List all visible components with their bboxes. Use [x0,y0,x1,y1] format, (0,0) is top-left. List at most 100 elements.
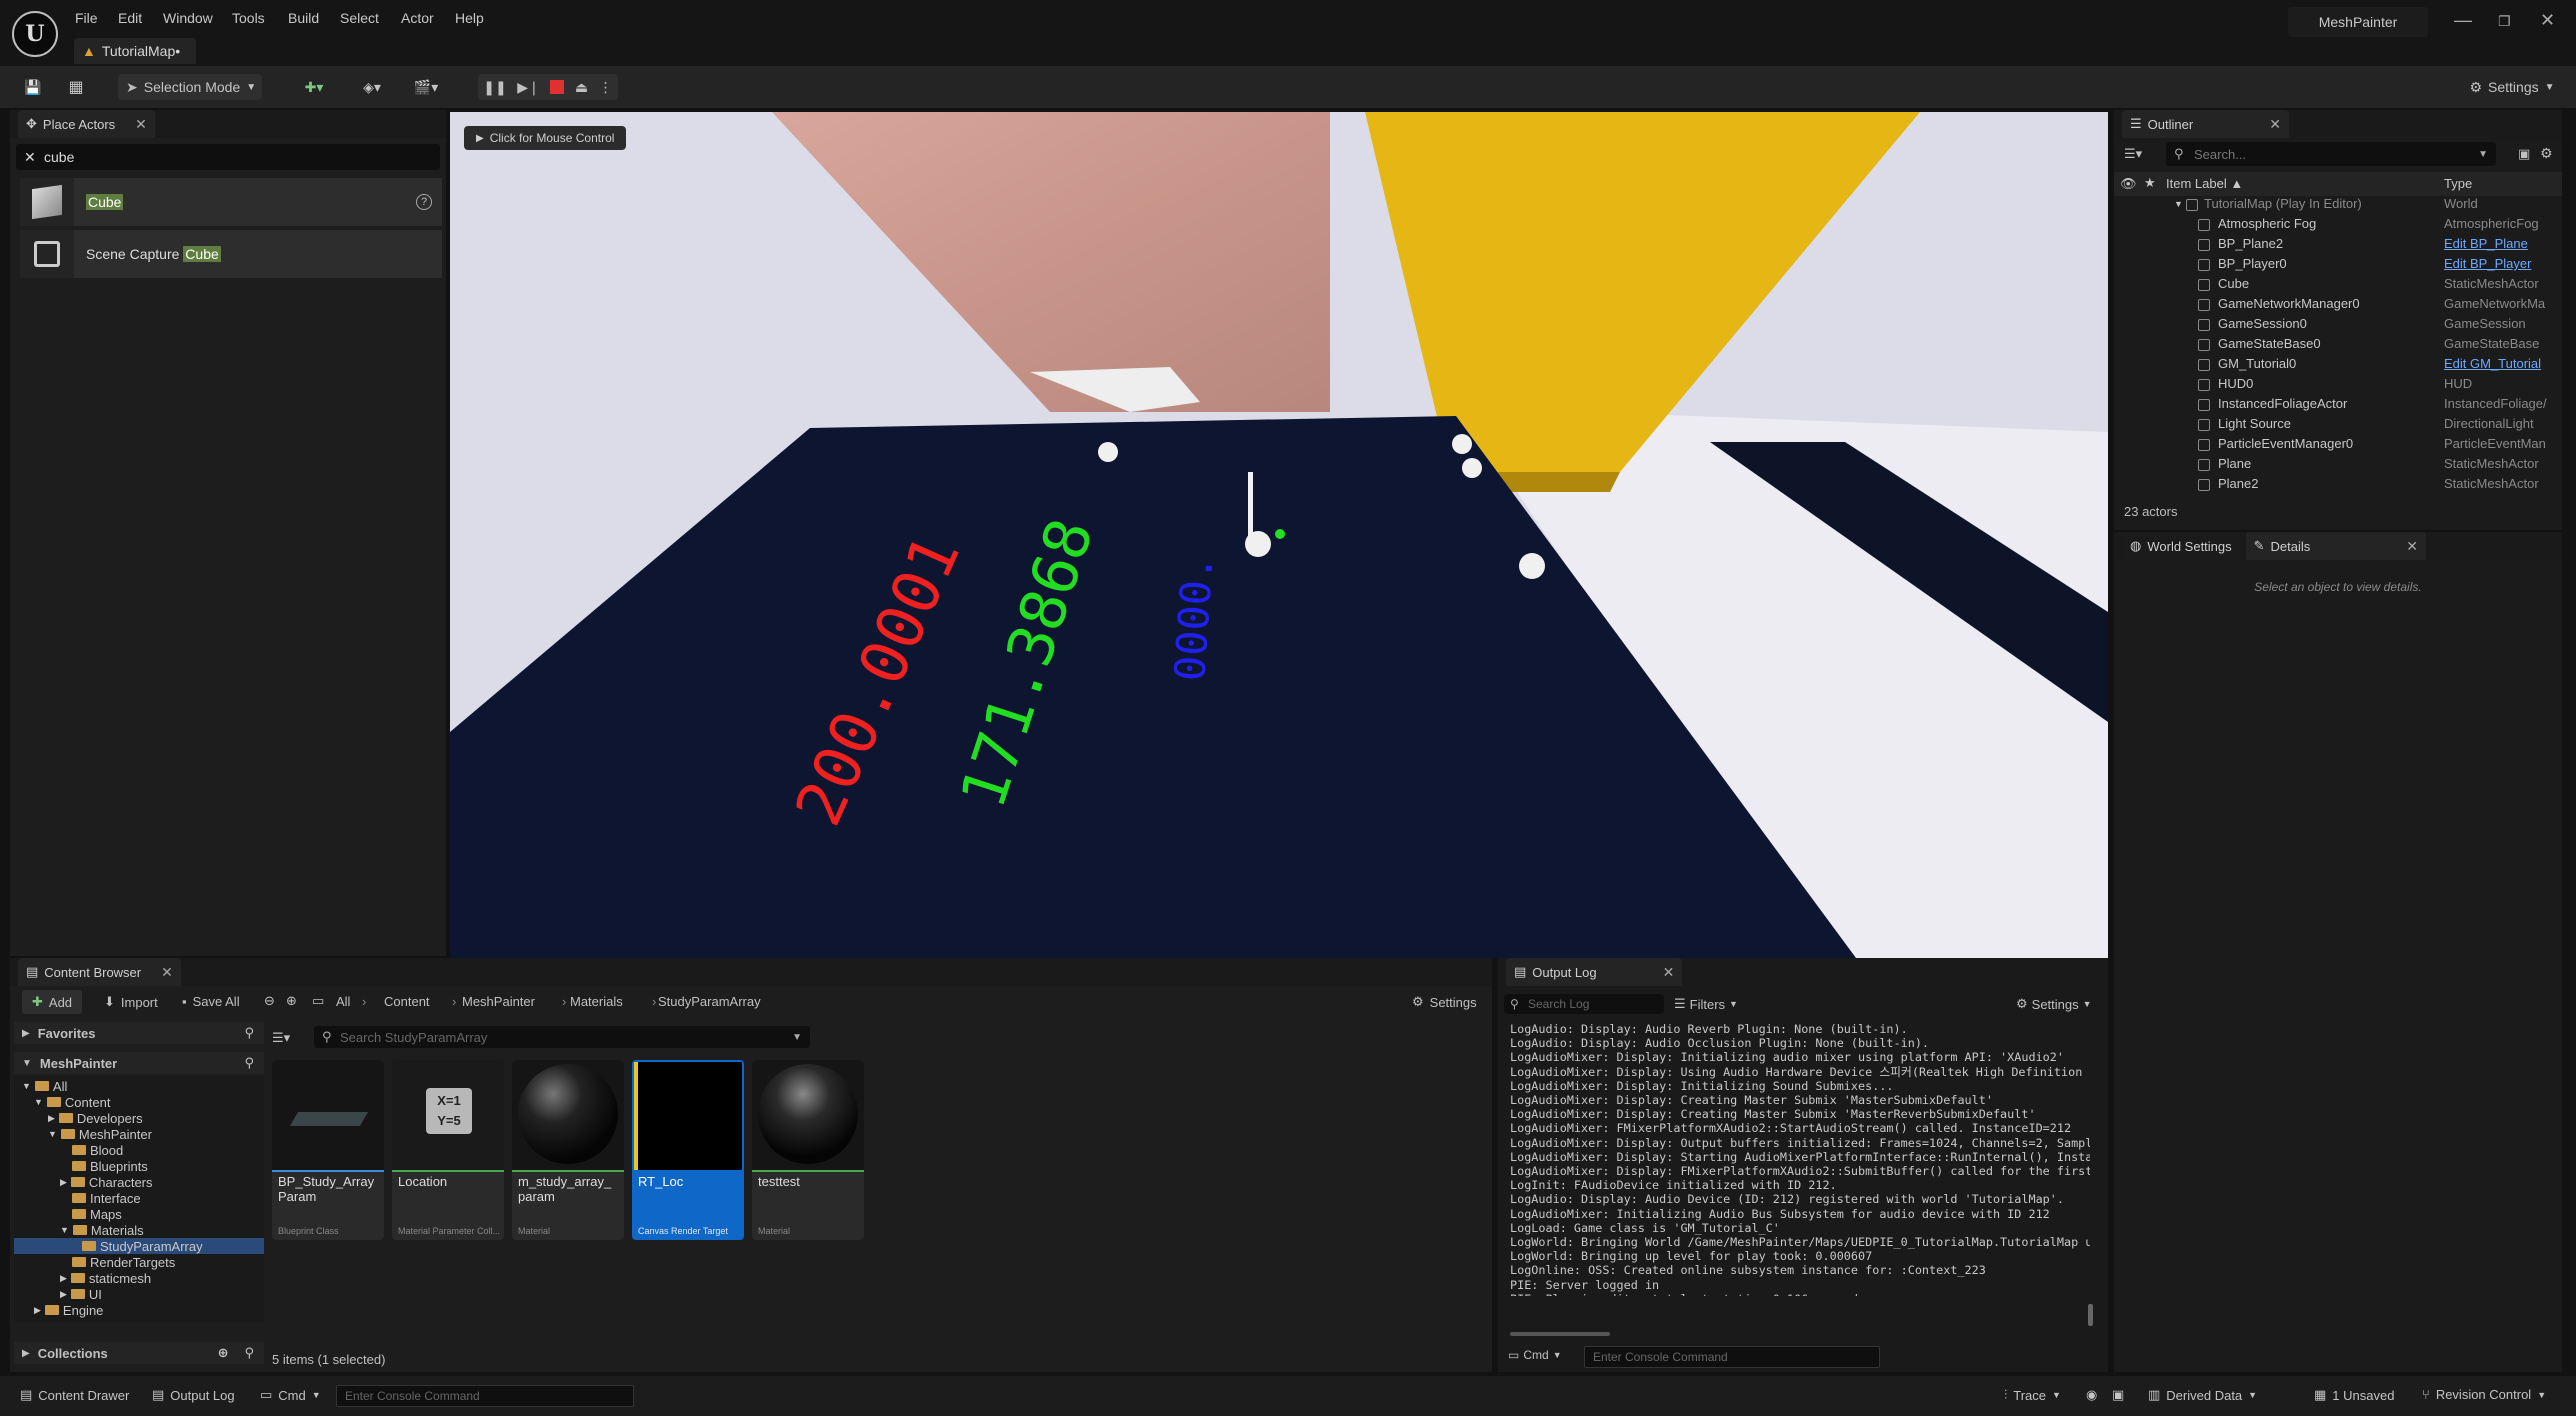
tree-node-rendertargets[interactable]: RenderTargets [72,1254,175,1270]
maximize-icon[interactable]: ❐ [2498,13,2511,30]
filters-button[interactable]: ☰ Filters ▼ [1674,996,1738,1012]
menu-select[interactable]: Select [340,10,379,26]
tree-node-content[interactable]: ▼ Content [34,1094,110,1110]
details-tab[interactable]: ✎ Details ✕ [2245,532,2427,560]
content-browser-tab[interactable]: ▤ Content Browser ✕ [18,958,181,986]
outliner-row[interactable]: Plane2 StaticMeshActor [2114,476,2554,496]
level-tab[interactable]: ▲ TutorialMap• [74,38,196,64]
log-search-input[interactable]: ⚲ Search Log [1504,994,1664,1014]
search-icon[interactable]: ⚲ [244,1055,254,1071]
status-console-input[interactable]: Enter Console Command [336,1385,634,1407]
close-icon[interactable]: ✕ [2540,10,2555,31]
menu-window[interactable]: Window [163,10,213,26]
collections-section[interactable]: ▶ Collections ⊕ ⚲ [14,1342,264,1364]
click-for-mouse-control-button[interactable]: ▶ Click for Mouse Control [464,126,627,150]
asset-bp-study-array-param[interactable]: BP_Study_Array Param Blueprint Class [272,1060,384,1240]
project-section[interactable]: ▼ MeshPainter ⚲ [14,1052,264,1074]
chevron-down-icon[interactable]: ▼ [2478,149,2488,160]
outliner-row[interactable]: GameNetworkManager0 GameNetworkMa [2114,296,2554,316]
outliner-row[interactable]: GM_Tutorial0 Edit GM_Tutorial [2114,356,2554,376]
pause-icon[interactable]: ❚❚ [483,79,506,96]
vertical-scrollbar[interactable] [2088,1304,2093,1326]
asset-testtest[interactable]: testtest Material [752,1060,864,1240]
cmd-selector[interactable]: ▭ Cmd ▼ [1508,1348,1562,1362]
outliner-row[interactable]: Light Source DirectionalLight [2114,416,2554,436]
menu-tools[interactable]: Tools [232,10,265,26]
place-actors-search-input[interactable]: ✕ cube [16,144,440,170]
breadcrumb-meshpainter[interactable]: MeshPainter [462,994,535,1009]
edit-blueprint-link[interactable]: Edit GM_Tutorial [2444,356,2552,371]
filter-icon[interactable]: ☰▾ [2124,146,2142,162]
tree-node-characters[interactable]: ▶ Characters [60,1174,153,1190]
save-all-button[interactable]: ▪ Save All [182,994,240,1009]
unreal-logo-icon[interactable]: U [12,11,58,57]
eject-icon[interactable]: ⏏ [575,79,588,96]
selection-mode-button[interactable]: ➤ Selection Mode ▼ [118,74,262,100]
outliner-tab[interactable]: ☰ Outliner ✕ [2122,110,2289,138]
close-icon[interactable]: ✕ [135,116,147,133]
level-viewport[interactable]: 200.0001 171.3868 0000. ▶ Click for Mous… [450,112,2108,958]
cb-settings-button[interactable]: ⚙ Settings [1412,994,1477,1010]
favorites-section[interactable]: ▶ Favorites ⚲ [14,1022,264,1044]
save-icon[interactable]: 💾 [22,74,44,100]
close-icon[interactable]: ✕ [1663,964,1675,981]
menu-actor[interactable]: Actor [401,10,434,26]
help-icon[interactable]: ? [416,194,432,210]
edit-blueprint-link[interactable]: Edit BP_Plane [2444,236,2552,251]
derived-data-button[interactable]: ▥ Derived Data ▼ [2148,1387,2257,1403]
tree-node-ui[interactable]: ▶ UI [60,1286,102,1302]
visibility-icon[interactable]: 👁 [2120,176,2137,192]
menu-edit[interactable]: Edit [118,10,142,26]
tree-node-materials[interactable]: ▼ Materials [60,1222,144,1238]
close-icon[interactable]: ✕ [2406,538,2418,555]
tree-node-interface[interactable]: Interface [72,1190,141,1206]
outliner-row[interactable]: GameSession0 GameSession [2114,316,2554,336]
forward-icon[interactable]: ⊕ [286,993,297,1009]
outliner-row[interactable]: Atmospheric Fog AtmosphericFog [2114,216,2554,236]
tree-node-meshpainter[interactable]: ▼ MeshPainter [48,1126,152,1142]
world-settings-tab[interactable]: ◍ World Settings [2122,532,2240,560]
add-folder-icon[interactable]: ▣ [2518,146,2530,162]
record-icon[interactable]: ◉ [2086,1387,2097,1403]
place-actors-tab[interactable]: ✥ Place Actors ✕ [18,110,155,138]
tree-node-engine[interactable]: ▶ Engine [34,1302,103,1318]
asset-search-input[interactable]: ⚲ Search StudyParamArray ▼ [314,1026,810,1048]
close-icon[interactable]: ✕ [2269,116,2281,133]
import-button[interactable]: ⬇ Import [104,994,158,1010]
tree-node-studyparamarray[interactable]: StudyParamArray [14,1238,264,1254]
outliner-row[interactable]: HUD0 HUD [2114,376,2554,396]
horizontal-scrollbar[interactable] [1510,1332,1610,1336]
actor-item-scene-capture-cube[interactable]: Scene Capture Cube [20,230,442,278]
output-log-button[interactable]: ▤ Output Log [152,1387,235,1403]
actor-item-cube[interactable]: Cube ? [20,178,442,226]
add-collection-icon[interactable]: ⊕ [218,1345,229,1361]
breadcrumb-studyparamarray[interactable]: StudyParamArray [658,994,761,1009]
menu-file[interactable]: File [75,10,98,26]
close-icon[interactable]: ✕ [161,964,173,981]
add-button[interactable]: ✚ Add [22,990,83,1014]
tree-node-maps[interactable]: Maps [72,1206,122,1222]
chevron-down-icon[interactable]: ▼ [792,1032,802,1043]
breadcrumb-all[interactable]: All [336,994,350,1009]
outliner-row[interactable]: ▼ TutorialMap (Play In Editor) World [2114,196,2554,216]
pin-icon[interactable]: ★ [2144,175,2156,191]
cinematics-icon[interactable]: 🎬▾ [406,74,446,100]
blueprint-icon[interactable]: ◈▾ [352,74,392,100]
menu-build[interactable]: Build [288,10,319,26]
output-log-tab[interactable]: ▤ Output Log ✕ [1506,958,1683,986]
outliner-row[interactable]: Plane StaticMeshActor [2114,456,2554,476]
clear-search-icon[interactable]: ✕ [24,149,36,166]
menu-help[interactable]: Help [455,10,484,26]
outliner-row[interactable]: ParticleEventManager0 ParticleEventMan [2114,436,2554,456]
outliner-row[interactable]: GameStateBase0 GameStateBase [2114,336,2554,356]
breadcrumb-content[interactable]: Content [384,994,430,1009]
chevron-down-icon[interactable]: ▼ [2174,199,2183,209]
outliner-search-input[interactable]: ⚲ Search... ▼ [2166,142,2496,166]
outliner-row[interactable]: InstancedFoliageActor InstancedFoliage/ [2114,396,2554,416]
asset-m-study-array-param[interactable]: m_study_array_ param Material [512,1060,624,1240]
column-item-label[interactable]: Item Label ▲ [2166,176,2243,191]
search-icon[interactable]: ⚲ [244,1345,254,1361]
step-icon[interactable]: ▶❘ [517,79,540,96]
log-settings-button[interactable]: ⚙ Settings ▼ [2016,996,2092,1012]
more-options-icon[interactable]: ⋮ [599,79,613,96]
